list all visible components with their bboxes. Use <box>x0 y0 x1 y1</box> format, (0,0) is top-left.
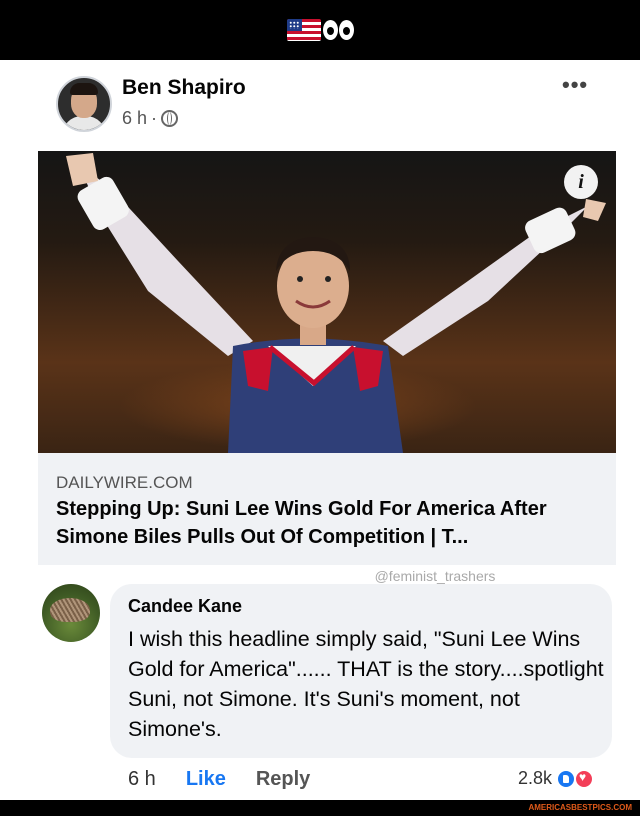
link-headline[interactable]: Stepping Up: Suni Lee Wins Gold For Amer… <box>56 495 606 551</box>
watermark-text: @feminist_trashers <box>374 568 496 584</box>
reaction-summary[interactable]: 2.8k <box>518 768 595 789</box>
gymnast-illustration <box>66 153 606 453</box>
comment-author-name[interactable]: Candee Kane <box>128 596 242 617</box>
comment-bubble: Candee Kane I wish this headline simply … <box>110 584 612 758</box>
info-icon[interactable]: i <box>564 165 598 199</box>
eyes-icon <box>322 20 354 40</box>
top-emoji-bar <box>0 0 640 60</box>
post-author-name[interactable]: Ben Shapiro <box>122 76 246 100</box>
comment-time[interactable]: 6 h <box>128 768 156 791</box>
love-reaction-icon <box>574 768 595 789</box>
comment-actions: 6 h Like Reply <box>128 768 310 791</box>
like-button[interactable]: Like <box>186 768 226 791</box>
post-header: Ben Shapiro 6 h · ••• <box>0 60 640 150</box>
link-domain: DAILYWIRE.COM <box>56 473 193 492</box>
post-photo[interactable]: i <box>38 151 616 453</box>
commenter-avatar[interactable] <box>42 584 100 642</box>
comment-text: I wish this headline simply said, "Suni … <box>128 627 604 741</box>
globe-icon <box>161 110 179 127</box>
like-reaction-icon <box>556 768 577 789</box>
more-options-button[interactable]: ••• <box>562 72 588 98</box>
link-preview-card[interactable]: DAILYWIRE.COM Stepping Up: Suni Lee Wins… <box>38 453 616 565</box>
author-avatar[interactable] <box>56 76 112 132</box>
post-meta: 6 h · <box>122 108 179 129</box>
post-time[interactable]: 6 h <box>122 108 147 129</box>
us-flag-icon <box>286 19 321 41</box>
reply-button[interactable]: Reply <box>256 768 310 791</box>
site-watermark: AMERICASBESTPICS.COM <box>528 803 632 812</box>
reaction-count: 2.8k <box>518 768 553 788</box>
bottom-bar: AMERICASBESTPICS.COM <box>0 800 640 816</box>
